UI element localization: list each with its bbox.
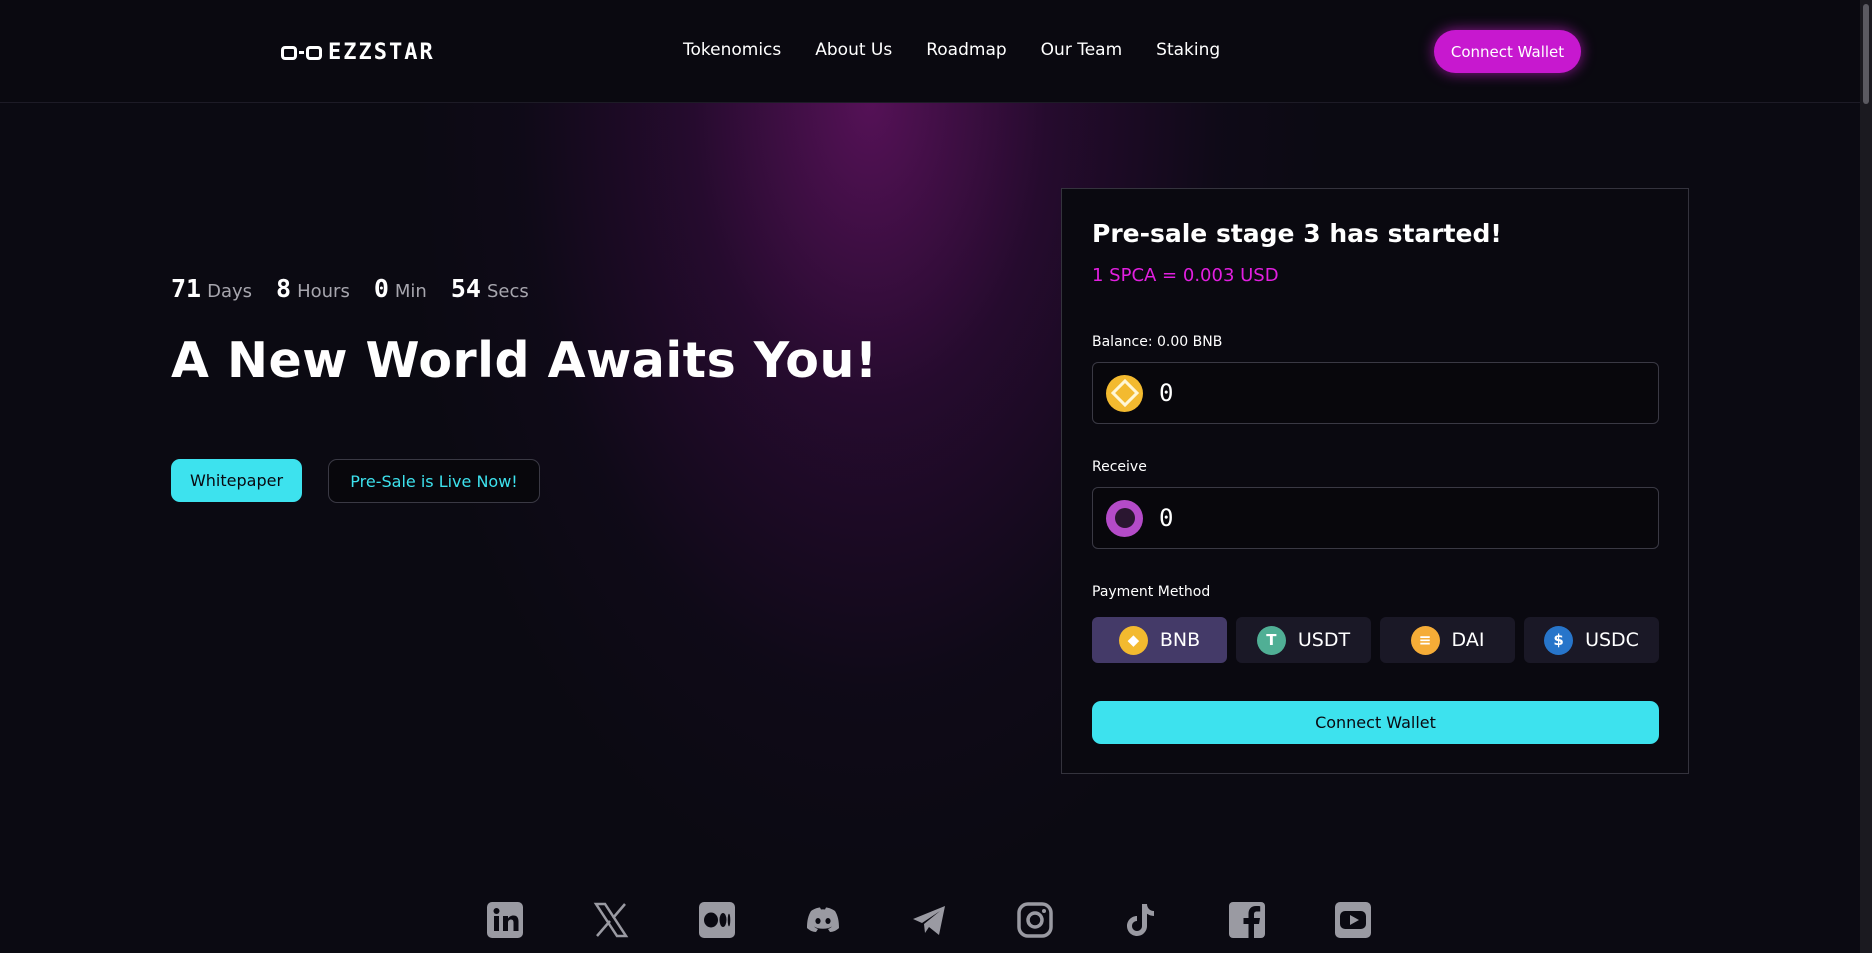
- medium-icon[interactable]: [698, 900, 736, 940]
- telegram-icon[interactable]: [910, 900, 948, 940]
- payment-method-label: DAI: [1451, 629, 1485, 651]
- countdown-days: 71 Days: [171, 274, 252, 303]
- presale-connect-wallet-button[interactable]: Connect Wallet: [1092, 701, 1659, 744]
- x-icon[interactable]: [592, 900, 630, 940]
- countdown-hours: 8 Hours: [276, 274, 350, 303]
- countdown-timer: 71 Days 8 Hours 0 Min 54 Secs: [171, 274, 529, 303]
- logo-icon: [281, 45, 322, 60]
- discord-icon[interactable]: [804, 900, 842, 940]
- countdown-secs-value: 54: [450, 274, 481, 303]
- usdc-coin-icon: $: [1544, 625, 1574, 655]
- scrollbar-thumb[interactable]: [1863, 4, 1869, 104]
- usdt-coin-icon: T: [1256, 625, 1286, 655]
- bnb-coin-icon: [1106, 374, 1143, 412]
- nav-staking[interactable]: Staking: [1156, 40, 1220, 60]
- balance-label: Balance: 0.00 BNB: [1092, 334, 1223, 350]
- payment-method-label: BNB: [1159, 629, 1201, 651]
- dai-coin-icon: ≡: [1410, 625, 1440, 655]
- tiktok-icon[interactable]: [1122, 900, 1160, 940]
- payment-method-label: USDC: [1585, 629, 1639, 651]
- payment-method-usdc[interactable]: $ USDC: [1524, 617, 1659, 663]
- payment-method-bnb[interactable]: ◆ BNB: [1092, 617, 1227, 663]
- presale-title: Pre-sale stage 3 has started!: [1092, 219, 1502, 248]
- nav-tokenomics[interactable]: Tokenomics: [683, 40, 781, 60]
- payment-method-dai[interactable]: ≡ DAI: [1380, 617, 1515, 663]
- pay-amount-field[interactable]: 0: [1092, 362, 1659, 424]
- payment-methods: ◆ BNB T USDT ≡ DAI $ USDC: [1092, 617, 1659, 663]
- countdown-mins-value: 0: [373, 274, 389, 303]
- youtube-icon[interactable]: [1334, 900, 1372, 940]
- countdown-mins: 0 Min: [374, 274, 427, 303]
- payment-method-label: Payment Method: [1092, 584, 1211, 600]
- linkedin-icon[interactable]: [486, 900, 524, 940]
- countdown-hours-label: Hours: [297, 281, 350, 302]
- payment-method-usdt[interactable]: T USDT: [1236, 617, 1371, 663]
- countdown-secs: 54 Secs: [451, 274, 529, 303]
- countdown-secs-label: Secs: [486, 281, 529, 302]
- presale-card: Pre-sale stage 3 has started! 1 SPCA = 0…: [1061, 188, 1689, 774]
- countdown-mins-label: Min: [394, 281, 427, 302]
- whitepaper-button[interactable]: Whitepaper: [171, 459, 302, 502]
- pay-amount-value[interactable]: 0: [1159, 379, 1173, 407]
- payment-method-label: USDT: [1297, 629, 1351, 651]
- spca-token-icon: [1106, 499, 1143, 537]
- main-nav: Tokenomics About Us Roadmap Our Team Sta…: [683, 40, 1220, 60]
- instagram-icon[interactable]: [1016, 900, 1054, 940]
- receive-amount-field[interactable]: 0: [1092, 487, 1659, 549]
- hero-title: A New World Awaits You!: [171, 332, 878, 389]
- logo-text: EZZSTAR: [328, 40, 435, 65]
- scrollbar[interactable]: [1860, 0, 1872, 953]
- facebook-icon[interactable]: [1228, 900, 1266, 940]
- countdown-days-label: Days: [207, 281, 253, 302]
- bnb-coin-icon: ◆: [1118, 625, 1148, 655]
- countdown-hours-value: 8: [276, 274, 292, 303]
- logo[interactable]: EZZSTAR: [281, 40, 435, 65]
- nav-about-us[interactable]: About Us: [815, 40, 892, 60]
- site-header: EZZSTAR Tokenomics About Us Roadmap Our …: [0, 0, 1860, 103]
- social-links: [486, 900, 1372, 940]
- header-connect-wallet-button[interactable]: Connect Wallet: [1434, 30, 1581, 73]
- receive-amount-value[interactable]: 0: [1159, 504, 1173, 532]
- presale-live-button[interactable]: Pre-Sale is Live Now!: [328, 459, 540, 503]
- countdown-days-value: 71: [171, 274, 202, 303]
- nav-roadmap[interactable]: Roadmap: [926, 40, 1006, 60]
- nav-our-team[interactable]: Our Team: [1041, 40, 1122, 60]
- receive-label: Receive: [1092, 459, 1147, 475]
- presale-rate: 1 SPCA = 0.003 USD: [1092, 265, 1279, 286]
